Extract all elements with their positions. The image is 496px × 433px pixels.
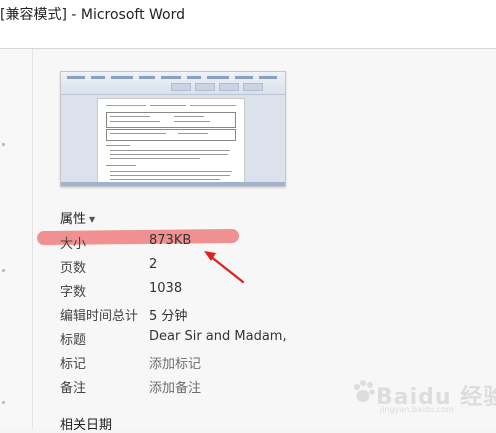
paw-logo-icon [354,380,375,402]
annotation-arrow [204,251,245,284]
watermark-subtext: jingyan.baidu.com [380,405,454,414]
baidu-watermark: Baidu 经验 jingyan.baidu.com [352,375,496,414]
